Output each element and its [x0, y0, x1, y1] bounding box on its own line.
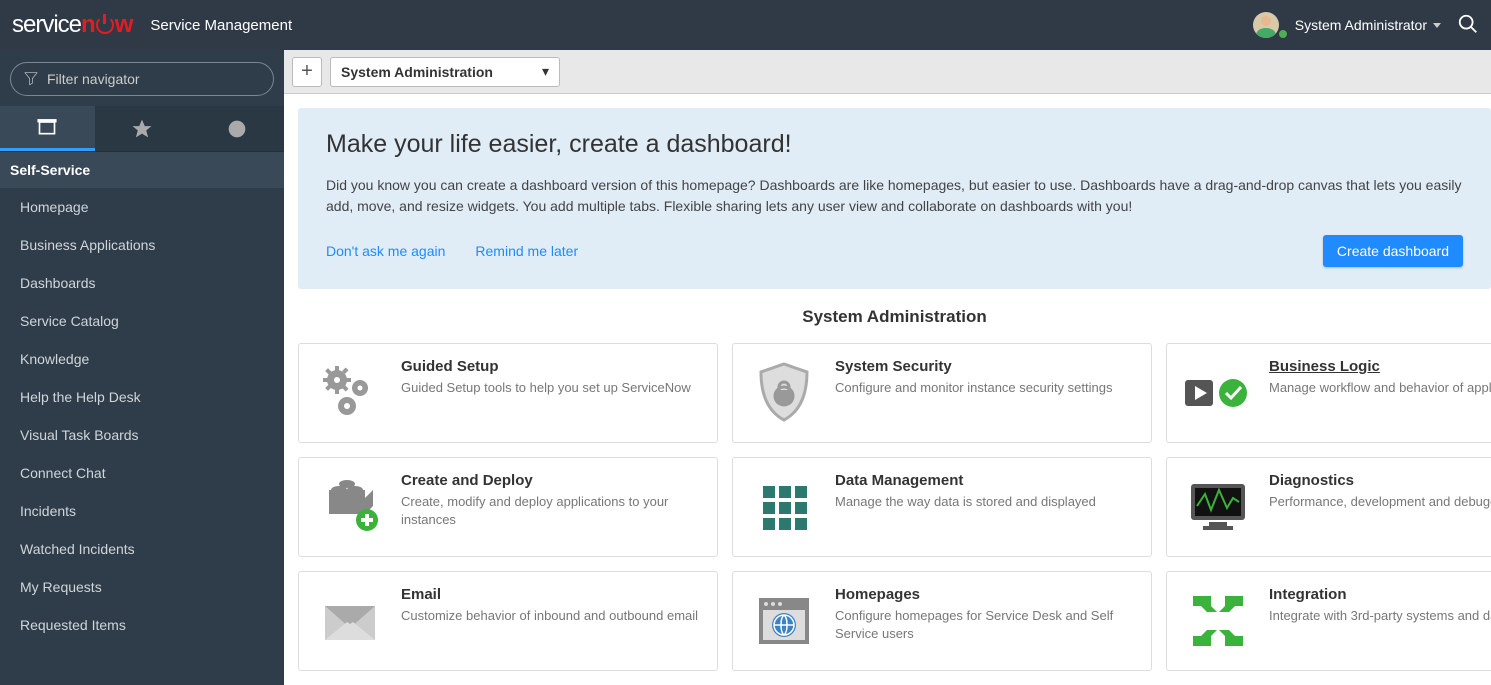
remind-later-link[interactable]: Remind me later — [475, 243, 578, 259]
card-data-management[interactable]: Data Management Manage the way data is st… — [732, 457, 1152, 557]
banner-body: Did you know you can create a dashboard … — [326, 175, 1463, 217]
nav-tab-all[interactable] — [0, 106, 95, 151]
card-title: Guided Setup — [401, 358, 691, 375]
card-guided-setup[interactable]: Guided Setup Guided Setup tools to help y… — [298, 343, 718, 443]
dont-ask-link[interactable]: Don't ask me again — [326, 243, 445, 259]
card-email[interactable]: Email Customize behavior of inbound and o… — [298, 571, 718, 671]
avatar — [1253, 12, 1279, 38]
card-title: System Security — [835, 358, 1112, 375]
nav-item-requested-items[interactable]: Requested Items — [0, 606, 284, 644]
card-title: Email — [401, 586, 698, 603]
nav-item-business-applications[interactable]: Business Applications — [0, 226, 284, 264]
card-title: Diagnostics — [1269, 472, 1491, 489]
banner-title: Make your life easier, create a dashboar… — [326, 130, 1463, 159]
card-integration[interactable]: Integration Integrate with 3rd-party syst… — [1166, 571, 1491, 671]
card-title: Data Management — [835, 472, 1096, 489]
add-content-button[interactable]: + — [292, 57, 322, 87]
card-desc: Manage workflow and behavior of applicat — [1269, 379, 1491, 397]
filter-navigator[interactable] — [10, 62, 274, 96]
funnel-icon — [23, 70, 39, 89]
nav-item-service-catalog[interactable]: Service Catalog — [0, 302, 284, 340]
app-header: service nw Service Management System Adm… — [0, 0, 1491, 50]
chevron-down-icon: ▾ — [542, 63, 549, 80]
filter-input[interactable] — [47, 71, 261, 87]
browser-icon — [749, 586, 819, 656]
monitor-icon — [1183, 472, 1253, 542]
card-title: Homepages — [835, 586, 1135, 603]
card-grid: Guided Setup Guided Setup tools to help y… — [298, 343, 1491, 685]
chevron-down-icon — [1433, 23, 1441, 28]
card-desc: Configure and monitor instance security … — [835, 379, 1112, 397]
nav-tab-history[interactable] — [189, 106, 284, 151]
nav-tabs — [0, 106, 284, 152]
app-title: Service Management — [150, 17, 292, 34]
nav-item-knowledge[interactable]: Knowledge — [0, 340, 284, 378]
dashboard-banner: Make your life easier, create a dashboar… — [298, 108, 1491, 289]
create-dashboard-button[interactable]: Create dashboard — [1323, 235, 1463, 267]
nav-item-dashboards[interactable]: Dashboards — [0, 264, 284, 302]
blocks-icon — [315, 472, 385, 542]
logo[interactable]: service nw — [12, 11, 132, 39]
card-business-logic[interactable]: Business Logic Manage workflow and behavi… — [1166, 343, 1491, 443]
card-desc: Manage the way data is stored and displa… — [835, 493, 1096, 511]
arrows-icon — [1183, 586, 1253, 656]
power-icon — [96, 16, 114, 34]
search-icon[interactable] — [1457, 13, 1479, 38]
nav-item-homepage[interactable]: Homepage — [0, 188, 284, 226]
nav-tab-favorites[interactable] — [95, 106, 190, 151]
left-nav: Self-Service HomepageBusiness Applicatio… — [0, 50, 284, 685]
nav-item-watched-incidents[interactable]: Watched Incidents — [0, 530, 284, 568]
section-title: System Administration — [298, 307, 1491, 327]
card-desc: Create, modify and deploy applications t… — [401, 493, 701, 529]
logo-text-service: service — [12, 11, 81, 39]
card-homepages[interactable]: Homepages Configure homepages for Service… — [732, 571, 1152, 671]
card-title: Create and Deploy — [401, 472, 701, 489]
card-desc: Guided Setup tools to help you set up Se… — [401, 379, 691, 397]
nav-section-self-service[interactable]: Self-Service — [0, 152, 284, 188]
card-title: Integration — [1269, 586, 1491, 603]
card-desc: Configure homepages for Service Desk and… — [835, 607, 1135, 643]
shield-icon — [749, 358, 819, 428]
presence-dot — [1278, 29, 1288, 39]
nav-item-incidents[interactable]: Incidents — [0, 492, 284, 530]
logo-text-now: nw — [81, 11, 132, 39]
card-system-security[interactable]: System Security Configure and monitor ins… — [732, 343, 1152, 443]
nav-item-my-requests[interactable]: My Requests — [0, 568, 284, 606]
card-desc: Integrate with 3rd-party systems and dat… — [1269, 607, 1491, 625]
grid-icon — [749, 472, 819, 542]
main-content: + System Administration ▾ Make your life… — [284, 50, 1491, 685]
card-title: Business Logic — [1269, 358, 1491, 375]
envelope-icon — [315, 586, 385, 656]
homepage-select[interactable]: System Administration ▾ — [330, 57, 560, 87]
card-desc: Performance, development and debugging — [1269, 493, 1491, 511]
page-toolbar: + System Administration ▾ — [284, 50, 1491, 94]
user-menu[interactable]: System Administrator — [1253, 12, 1441, 38]
card-diagnostics[interactable]: Diagnostics Performance, development and … — [1166, 457, 1491, 557]
user-name: System Administrator — [1295, 17, 1427, 33]
nav-item-connect-chat[interactable]: Connect Chat — [0, 454, 284, 492]
card-create-and-deploy[interactable]: Create and Deploy Create, modify and depl… — [298, 457, 718, 557]
gears-icon — [315, 358, 385, 428]
playcheck-icon — [1183, 358, 1253, 428]
card-desc: Customize behavior of inbound and outbou… — [401, 607, 698, 625]
homepage-select-label: System Administration — [341, 64, 493, 80]
nav-item-help-the-help-desk[interactable]: Help the Help Desk — [0, 378, 284, 416]
nav-item-visual-task-boards[interactable]: Visual Task Boards — [0, 416, 284, 454]
nav-list[interactable]: Self-Service HomepageBusiness Applicatio… — [0, 152, 284, 685]
